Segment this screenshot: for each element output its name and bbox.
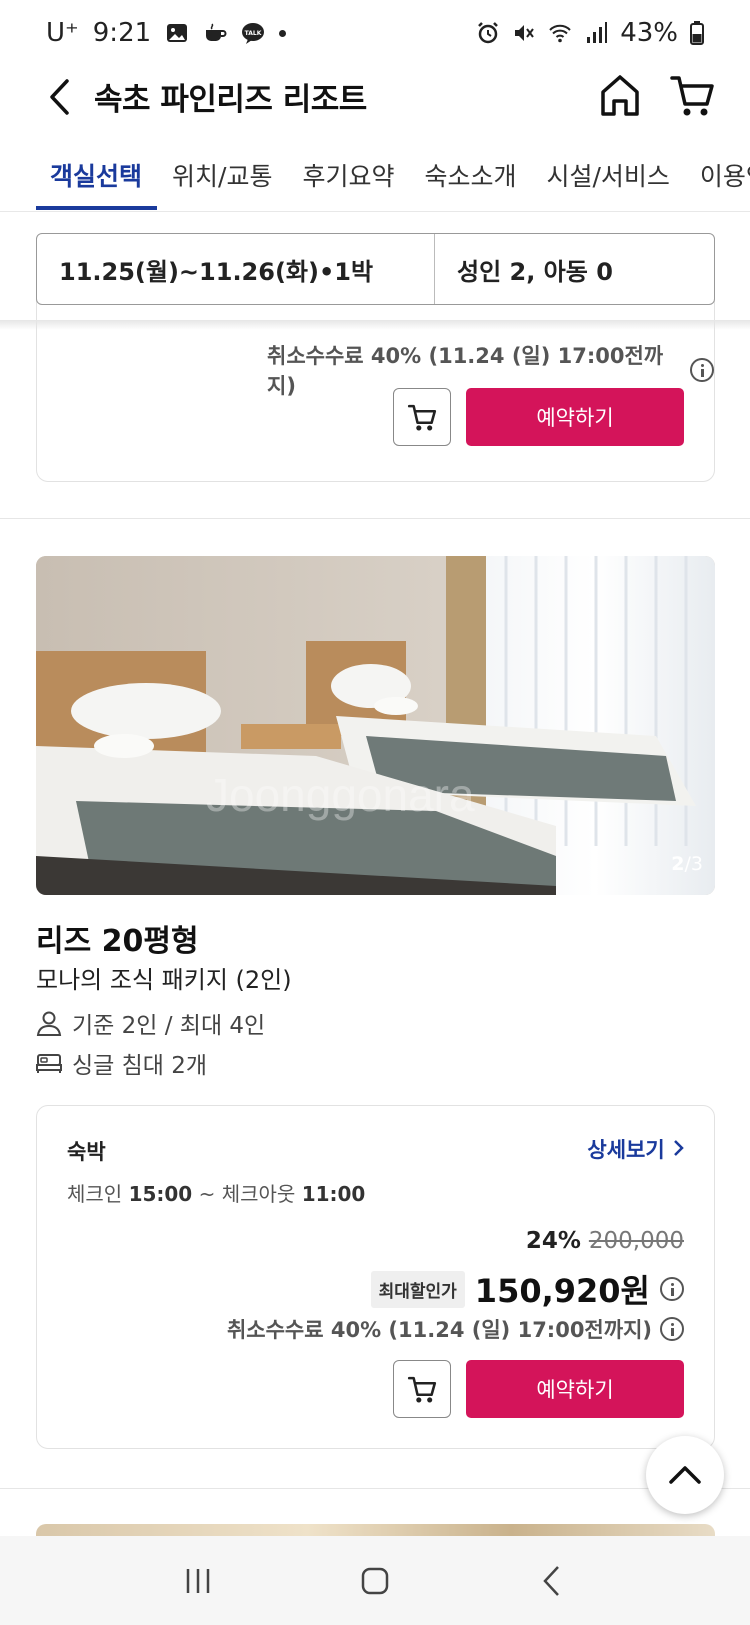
home-button[interactable]	[598, 70, 642, 120]
system-nav-bar	[0, 1536, 750, 1625]
detail-link[interactable]: 상세보기	[587, 1134, 684, 1164]
image-index: 2	[671, 853, 685, 875]
tab-facilities[interactable]: 시설/서비스	[531, 140, 684, 210]
checkin-checkout-times: 체크인 15:00 ~ 체크아웃 11:00	[67, 1178, 365, 1207]
room-capacity: 기준 2인 / 최대 4인	[36, 1006, 265, 1040]
checkout-time: 11:00	[301, 1182, 366, 1206]
carrier-label: U⁺	[46, 18, 79, 48]
tab-usage-guide[interactable]: 이용안내	[685, 140, 750, 210]
image-counter: 2/3	[671, 853, 703, 875]
recent-apps-button[interactable]	[173, 1556, 223, 1606]
bed-icon	[36, 1054, 62, 1073]
time-separator: ~	[198, 1182, 216, 1206]
wifi-icon	[549, 24, 571, 43]
prev-book-button[interactable]: 예약하기	[466, 388, 684, 446]
cart-icon	[407, 1376, 437, 1403]
notification-dot	[279, 29, 287, 37]
svg-text:Joonggonara: Joonggonara	[206, 769, 475, 821]
room-photo-bedroom: Joonggonara	[36, 556, 715, 895]
image-total: /3	[684, 853, 704, 875]
page-title: 속초 파인리즈 리조트	[94, 82, 367, 118]
search-summary-bar[interactable]: 11.25(월)~11.26(화)•1박 성인 2, 아동 0	[36, 233, 715, 305]
room-bed: 싱글 침대 2개	[36, 1046, 207, 1080]
add-to-cart-button[interactable]	[393, 1360, 451, 1418]
price-info-icon[interactable]	[660, 1277, 684, 1301]
original-price: 200,000	[588, 1228, 684, 1254]
date-range[interactable]: 11.25(월)~11.26(화)•1박	[37, 234, 435, 304]
cancel-text: 취소수수료 40% (11.24 (일) 17:00전까지)	[226, 1318, 652, 1342]
room-name: 리즈 20평형	[36, 924, 199, 959]
prev-add-to-cart-button[interactable]	[393, 388, 451, 446]
signal-icon	[587, 22, 608, 43]
tab-property-info[interactable]: 숙소소개	[409, 140, 531, 210]
guest-count[interactable]: 성인 2, 아동 0	[435, 234, 613, 304]
cancel-policy: 취소수수료 40% (11.24 (일) 17:00전까지)	[227, 1314, 684, 1344]
app-screen: U⁺ 9:21 TALK 43% 속초 파인리즈 리조트 객실선택 위치/교통 …	[0, 0, 750, 1625]
cancel-info-icon[interactable]	[660, 1317, 684, 1341]
cafe-icon	[206, 23, 227, 41]
tab-review-summary[interactable]: 후기요약	[287, 140, 409, 210]
prev-offer-card: 취소수수료 40% (11.24 (일) 17:00전까지) 예약하기	[36, 290, 715, 482]
section-divider	[0, 518, 750, 519]
room-photo[interactable]: Joonggonara 2/3	[36, 556, 715, 895]
chevron-up-icon	[669, 1466, 701, 1484]
battery-level: 43%	[620, 18, 678, 48]
chevron-left-icon	[50, 79, 69, 115]
mute-icon	[515, 25, 535, 41]
bed-text: 싱글 침대 2개	[72, 1053, 208, 1079]
back-button[interactable]	[40, 72, 80, 122]
capacity-text: 기준 2인 / 최대 4인	[72, 1013, 266, 1039]
clock: 9:21	[92, 18, 152, 48]
cart-icon	[670, 76, 714, 116]
book-button[interactable]: 예약하기	[466, 1360, 684, 1418]
status-bar: U⁺ 9:21 TALK 43%	[0, 0, 750, 66]
chevron-right-icon	[674, 1140, 684, 1156]
max-discount-badge: 최대할인가	[370, 1270, 465, 1308]
cart-icon	[407, 404, 437, 431]
person-icon	[36, 1011, 62, 1036]
tab-location[interactable]: 위치/교통	[157, 140, 287, 210]
cart-button[interactable]	[670, 70, 714, 120]
home-icon	[601, 75, 639, 116]
section-divider	[0, 1488, 750, 1489]
recent-apps-icon	[187, 1568, 210, 1593]
detail-link-label: 상세보기	[587, 1138, 665, 1162]
section-tabs: 객실선택 위치/교통 후기요약 숙소소개 시설/서비스 이용안내	[0, 140, 750, 212]
final-price: 150,920원	[474, 1272, 650, 1310]
back-chevron-icon	[542, 1565, 559, 1596]
kakaotalk-icon: TALK	[242, 23, 265, 44]
scroll-to-top-button[interactable]	[646, 1436, 724, 1514]
info-icon[interactable]	[690, 358, 714, 382]
offer-card: 숙박 상세보기 체크인 15:00 ~ 체크아웃 11:00 24% 200,0…	[36, 1105, 715, 1449]
checkout-label: 체크아웃	[221, 1182, 296, 1206]
room-package: 모나의 조식 패키지 (2인)	[36, 966, 292, 994]
stay-type: 숙박	[67, 1140, 106, 1164]
home-nav-button[interactable]	[350, 1556, 400, 1606]
tab-room-select[interactable]: 객실선택	[36, 140, 158, 210]
battery-icon	[690, 21, 704, 45]
checkin-time: 15:00	[128, 1182, 193, 1206]
home-square-icon	[361, 1567, 389, 1594]
discount-percent: 24%	[525, 1228, 581, 1254]
tab-divider	[0, 211, 750, 212]
alarm-icon	[478, 22, 499, 44]
gallery-icon	[167, 24, 188, 42]
app-header: 속초 파인리즈 리조트	[0, 66, 750, 128]
checkin-label: 체크인	[67, 1182, 123, 1206]
sticky-shadow	[0, 320, 750, 330]
svg-text:TALK: TALK	[245, 30, 262, 37]
back-nav-button[interactable]	[527, 1556, 577, 1606]
discount-row: 24% 200,000	[526, 1228, 684, 1254]
price-row: 최대할인가 150,920원	[370, 1266, 684, 1312]
